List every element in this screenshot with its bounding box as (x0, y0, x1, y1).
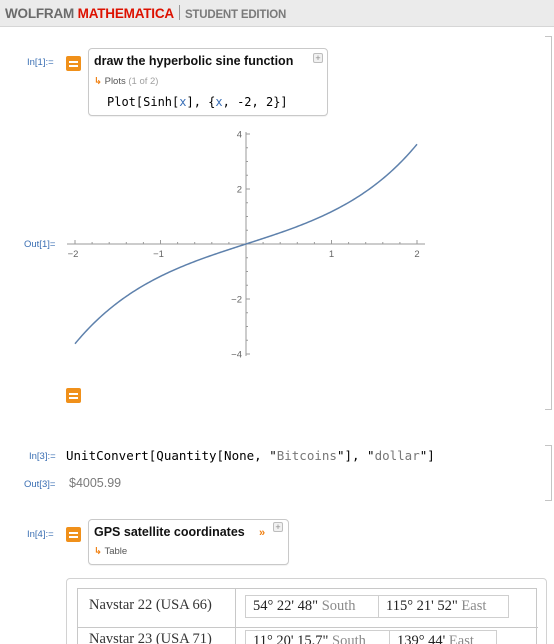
title-bar: WOLFRAM MATHEMATICA STUDENT EDITION (0, 0, 554, 27)
plus-icon-4[interactable]: + (273, 522, 283, 532)
freeform-subtitle-4: ↳ Table (94, 546, 127, 557)
app-brand: WOLFRAM MATHEMATICA STUDENT EDITION (5, 5, 286, 21)
out-label-1: Out[1]= (24, 239, 56, 250)
input-code-3[interactable]: UnitConvert[Quantity[None, "Bitcoins"], … (66, 448, 435, 463)
lon-value: 139° 44' (397, 633, 446, 644)
latitude-cell: 11° 20' 15.7" South (245, 630, 390, 644)
brand-wolfram: WOLFRAM (5, 6, 75, 21)
y-tick-label: 2 (237, 185, 242, 196)
code-fn: Plot[Sinh[ (107, 95, 180, 109)
x-tick-label: 2 (414, 249, 419, 260)
brand-edition: STUDENT EDITION (184, 9, 287, 21)
y-tick-label: 4 (237, 130, 242, 141)
row-divider (78, 627, 538, 628)
lon-value: 115° 21' 52" (386, 598, 458, 614)
x-tick-label: 1 (329, 249, 334, 260)
cell-bracket-1[interactable] (545, 36, 552, 410)
cell-bracket-3[interactable] (545, 445, 552, 501)
longitude-cell: 139° 44' East (389, 630, 497, 644)
sub-kind-4: Table (104, 546, 128, 557)
latitude-cell: 54° 22' 48" South (245, 595, 379, 618)
lon-dir: East (448, 633, 474, 644)
code3-c: "] (419, 448, 435, 463)
freeform-icon-2[interactable] (66, 388, 81, 403)
in-label-1: In[1]:= (27, 57, 54, 68)
freeform-subtitle: ↳ Plots (1 of 2) (94, 76, 158, 87)
out-label-3: Out[3]= (24, 479, 56, 490)
arrow-icon-4: ↳ (94, 546, 102, 557)
code-tail: , -2, 2}] (222, 95, 288, 109)
brand-mathematica: MATHEMATICA (77, 6, 174, 21)
sub-kind: Plots (104, 76, 126, 87)
arrow-icon: ↳ (94, 76, 102, 87)
code-mid: ], { (186, 95, 216, 109)
code-var2: x (215, 95, 223, 109)
lat-value: 11° 20' 15.7" (253, 633, 329, 644)
lat-value: 54° 22' 48" (253, 598, 319, 614)
plus-icon[interactable]: + (313, 53, 323, 63)
column-divider (235, 589, 236, 644)
more-arrow-icon[interactable]: » (259, 527, 265, 539)
input-code[interactable]: Plot[Sinh[x], {x, -2, 2}] (107, 95, 288, 109)
code3-a: UnitConvert[Quantity[None, " (66, 448, 277, 463)
freeform-icon-3[interactable] (66, 527, 81, 542)
lat-dir: South (321, 598, 356, 614)
code3-b: "], " (336, 448, 375, 463)
x-tick-label: −1 (153, 249, 164, 260)
y-tick-label: −4 (231, 350, 242, 361)
brand-separator (178, 5, 180, 20)
lon-dir: East (461, 598, 487, 614)
sinh-plot[interactable]: −2 −1 1 2 4 2 −2 −4 (60, 125, 440, 365)
freeform-query[interactable]: draw the hyperbolic sine function (94, 54, 293, 68)
code3-string2: dollar (374, 448, 420, 463)
in-label-4: In[4]:= (27, 529, 54, 540)
sub-count: (1 of 2) (128, 76, 159, 87)
freeform-icon[interactable] (66, 56, 81, 71)
freeform-query-4[interactable]: GPS satellite coordinates (94, 525, 245, 539)
x-tick-label: −2 (68, 249, 79, 260)
code3-string1: Bitcoins (276, 448, 337, 463)
lat-dir: South (332, 633, 366, 644)
in-label-3: In[3]:= (29, 451, 56, 462)
longitude-cell: 115° 21' 52" East (378, 595, 509, 618)
output-value: $4005.99 (69, 476, 122, 490)
y-tick-label: −2 (231, 295, 242, 306)
table-row-name: Navstar 23 (USA 71) (89, 631, 212, 644)
table-row-name: Navstar 22 (USA 66) (89, 597, 212, 613)
